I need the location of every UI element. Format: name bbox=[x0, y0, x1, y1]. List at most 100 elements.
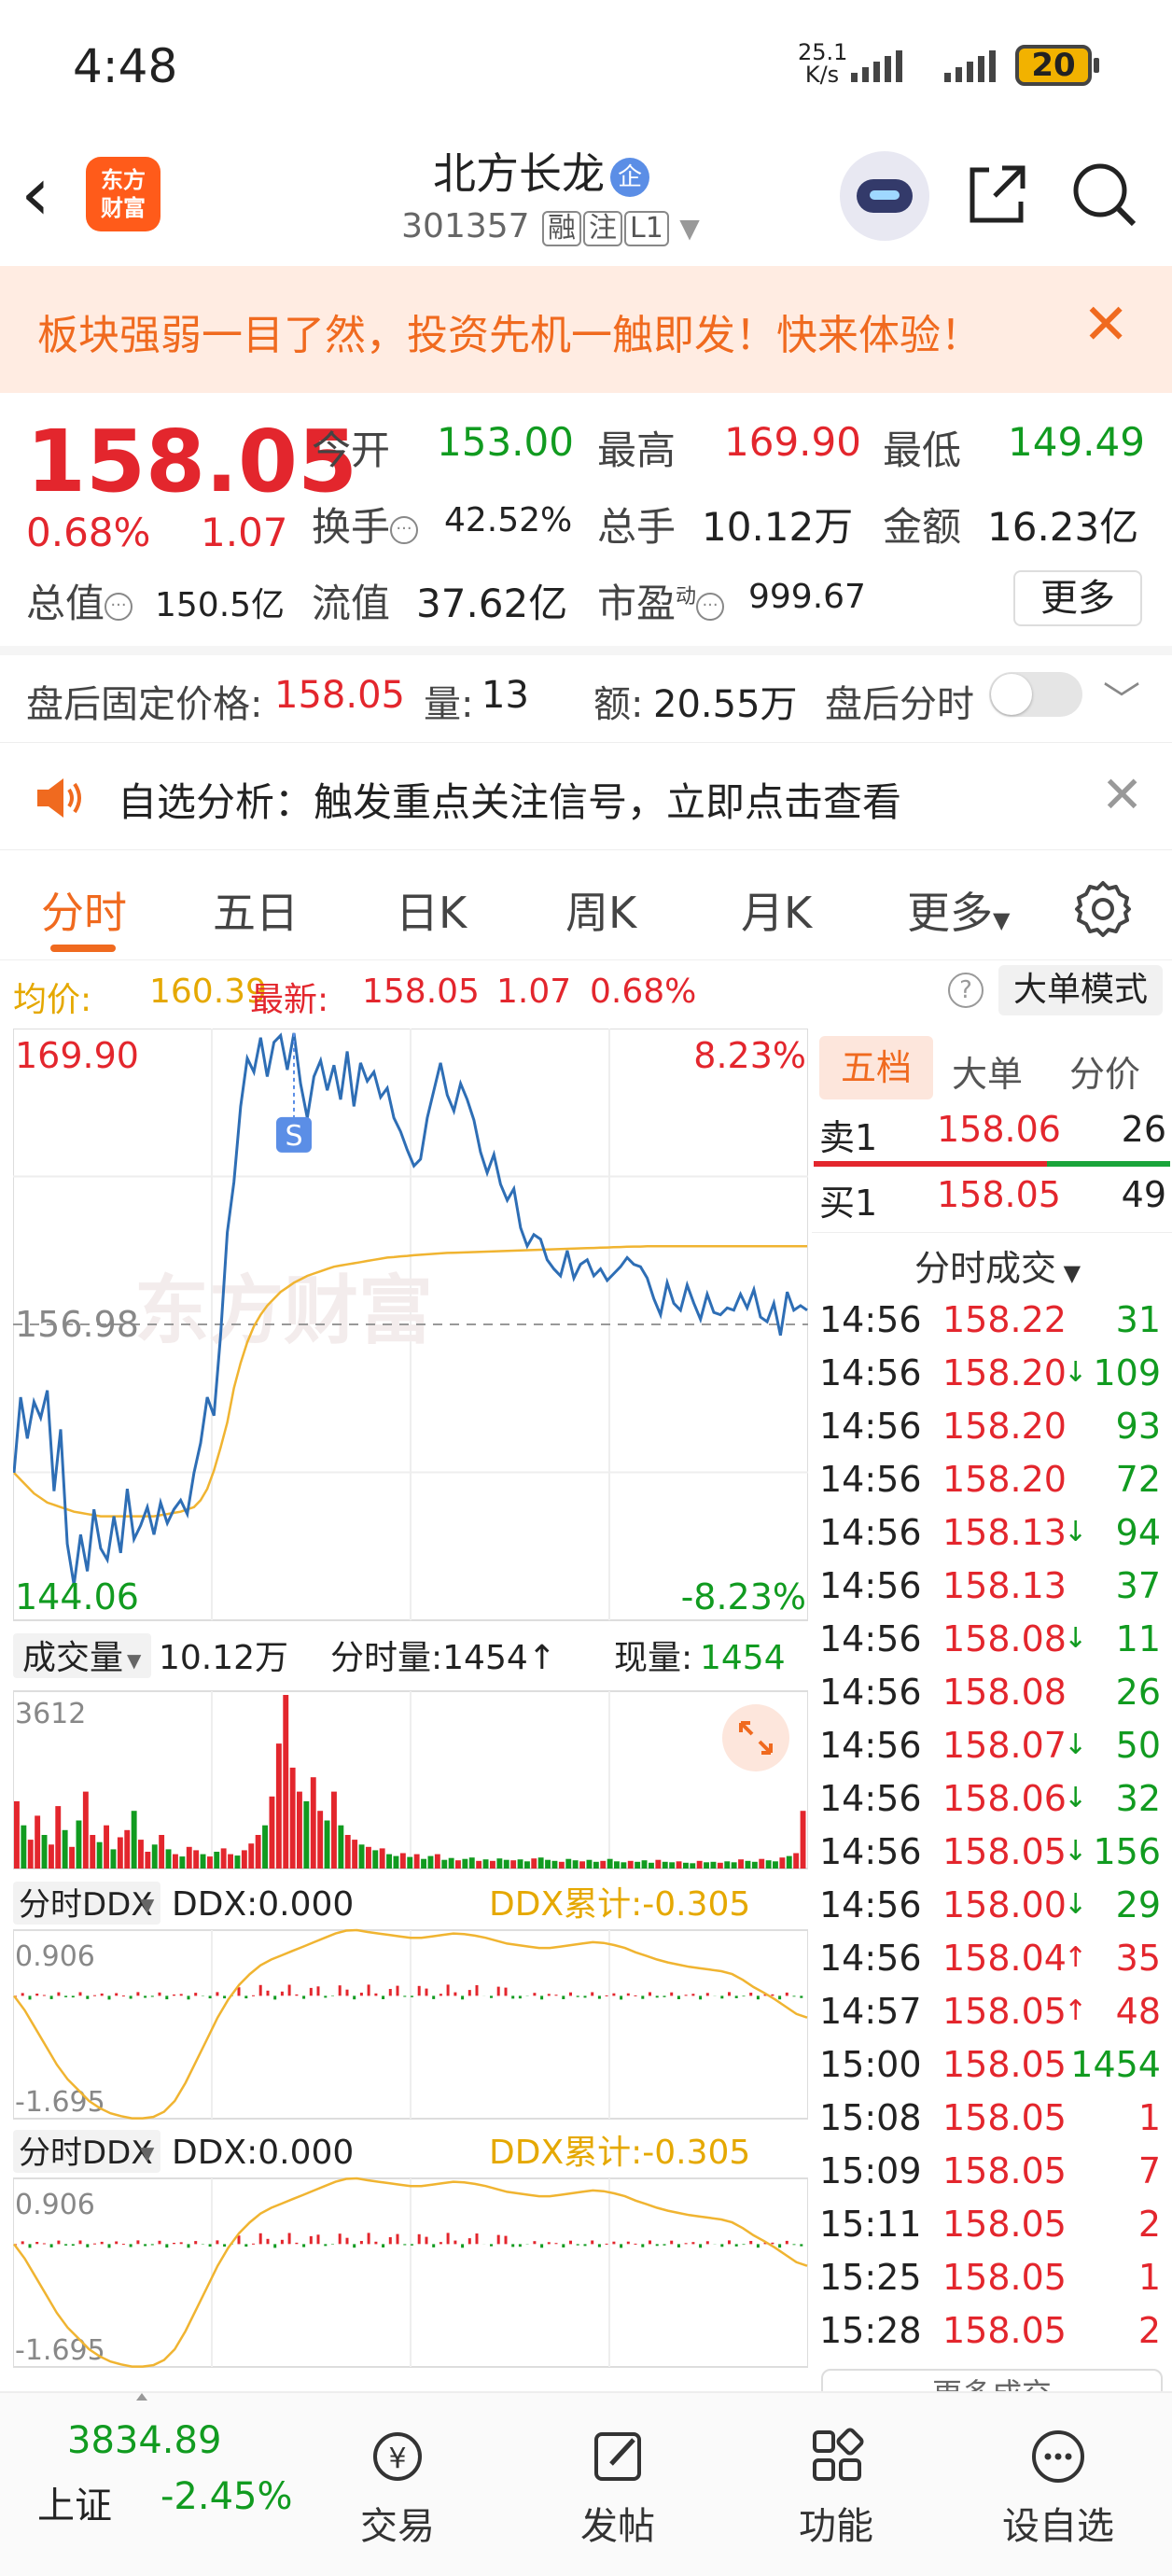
tick-volume: 35 bbox=[1115, 1938, 1161, 1979]
ddx-bar bbox=[49, 2244, 53, 2247]
big-order-mode-button[interactable]: 大单模式 bbox=[998, 965, 1163, 1015]
more-button[interactable]: 更多 bbox=[1013, 570, 1142, 626]
chevron-down-icon[interactable]: ﹀ bbox=[1103, 670, 1140, 724]
tab-five-levels[interactable]: 五档 bbox=[819, 1036, 933, 1099]
battery-icon: 20 bbox=[1015, 45, 1099, 86]
volume-bar bbox=[558, 1861, 565, 1869]
after-chart-toggle[interactable] bbox=[989, 672, 1082, 717]
info-icon[interactable]: ··· bbox=[105, 592, 133, 621]
tick-volume: 2 bbox=[1137, 2310, 1161, 2351]
nav-post[interactable]: 发帖 bbox=[524, 2427, 711, 2550]
index-change[interactable]: -2.45% bbox=[160, 2475, 293, 2518]
analysis-alert[interactable]: 自选分析：触发重点关注信号，立即点击查看 ✕ bbox=[0, 747, 1172, 847]
ticks-list[interactable]: 14:56 158.22 31 14:56 158.20 ↓ 109 14:56 158.20 9… bbox=[812, 1299, 1172, 2382]
nav-trade[interactable]: ¥ 交易 bbox=[304, 2427, 491, 2550]
ddx-bar bbox=[353, 1995, 356, 2000]
search-icon[interactable] bbox=[1068, 159, 1139, 230]
ddx-bar bbox=[655, 1995, 659, 1998]
tick-volume: 93 bbox=[1115, 1406, 1161, 1447]
tab-big-orders[interactable]: 大单 bbox=[952, 1045, 1023, 1097]
help-icon[interactable]: ? bbox=[948, 973, 984, 1008]
latest-pct: 0.68% bbox=[590, 973, 697, 1011]
close-icon[interactable]: ✕ bbox=[1101, 765, 1143, 824]
nav-add-watchlist[interactable]: 设自选 bbox=[965, 2427, 1151, 2550]
tab-monthly-k[interactable]: 月K bbox=[741, 879, 812, 941]
ddx-bar bbox=[432, 1995, 436, 1999]
tab-price-split[interactable]: 分价 bbox=[1069, 1045, 1140, 1097]
ddx-cumulative: DDX累计:-0.305 bbox=[489, 2134, 750, 2172]
volume-bar bbox=[448, 1857, 454, 1869]
tick-row: 14:56 158.20 72 bbox=[819, 1459, 1166, 1512]
settings-gear-icon[interactable] bbox=[1073, 879, 1133, 939]
ddx-bar bbox=[316, 1986, 320, 1996]
ticks-title[interactable]: 分时成交 ▼ bbox=[914, 1239, 1081, 1291]
volume-bar bbox=[537, 1857, 544, 1869]
info-icon[interactable]: ··· bbox=[696, 592, 725, 621]
ddx-bar bbox=[605, 1995, 608, 1996]
index-value[interactable]: 3834.89 bbox=[67, 2419, 221, 2462]
tick-volume: 2 bbox=[1137, 2204, 1161, 2245]
volume-label: 成交量 bbox=[22, 1639, 123, 1677]
ddx-bar bbox=[78, 2240, 82, 2245]
tick-price: 158.20 bbox=[942, 1459, 1067, 1500]
ddx-bar bbox=[338, 2233, 342, 2245]
tick-direction-icon: ↑ bbox=[1064, 1995, 1088, 2027]
level1-tag: L1 bbox=[624, 211, 669, 246]
ddx-bar bbox=[547, 2242, 551, 2245]
ddx-bar bbox=[216, 2240, 219, 2245]
tick-volume: 50 bbox=[1115, 1725, 1161, 1766]
tab-daily-k[interactable]: 日K bbox=[396, 879, 467, 941]
ddx-bar bbox=[396, 2233, 399, 2245]
ddx-bar bbox=[324, 2244, 328, 2247]
after-chart-label: 盘后分时 bbox=[825, 683, 974, 726]
ddx-bar bbox=[158, 1992, 161, 1996]
intraday-chart[interactable]: 东方财富 S 169.90 156.98 144.06 8.23% -8.23%… bbox=[13, 1029, 808, 2382]
volume-bar bbox=[283, 1695, 289, 1869]
float-cap-value: 37.62亿 bbox=[416, 581, 568, 626]
tab-intraday[interactable]: 分时 bbox=[41, 879, 127, 941]
ddx-bar bbox=[359, 1993, 363, 1996]
tab-more[interactable]: 更多▼ bbox=[907, 879, 1010, 941]
ddx-bar bbox=[620, 1995, 623, 2000]
ai-assistant-icon[interactable] bbox=[840, 151, 929, 241]
app-logo[interactable]: 东方 财富 bbox=[86, 157, 160, 231]
tick-time: 14:56 bbox=[819, 1618, 922, 1659]
nav-functions[interactable]: 功能 bbox=[743, 2427, 929, 2550]
ddx-bar bbox=[425, 2236, 428, 2245]
tick-volume: 32 bbox=[1115, 1778, 1161, 1819]
stock-code-line[interactable]: 301357 融注 L1 ▼ bbox=[355, 207, 746, 246]
ddx-bar bbox=[461, 2244, 465, 2248]
volume-bar bbox=[14, 1800, 20, 1869]
volume-bar bbox=[496, 1858, 503, 1869]
buy-bar bbox=[1047, 1161, 1170, 1167]
volume-bar bbox=[49, 1844, 54, 1869]
index-name[interactable]: 上证 bbox=[37, 2475, 112, 2529]
ddx-bar bbox=[554, 2243, 558, 2245]
ddx-bar bbox=[388, 2237, 392, 2245]
expand-button[interactable] bbox=[722, 1704, 789, 1771]
info-icon[interactable]: ··· bbox=[390, 515, 419, 544]
volume-bar bbox=[179, 1856, 186, 1869]
tab-five-day[interactable]: 五日 bbox=[213, 879, 299, 941]
ddx-bar bbox=[165, 1995, 169, 2000]
ddx-bar bbox=[237, 2235, 241, 2245]
volume-bar bbox=[358, 1844, 365, 1869]
ddx-bar bbox=[158, 2240, 161, 2245]
expand-arrow-icon[interactable] bbox=[136, 2393, 147, 2401]
open-label: 今开 bbox=[312, 427, 391, 473]
ddx-bar bbox=[490, 1995, 493, 1998]
tick-direction-icon: ↓ bbox=[1064, 1835, 1088, 1868]
volume-bar bbox=[159, 1835, 165, 1869]
tab-weekly-k[interactable]: 周K bbox=[565, 879, 636, 941]
volume-bar bbox=[455, 1860, 461, 1869]
volume-bar bbox=[565, 1858, 572, 1869]
close-icon[interactable]: ✕ bbox=[1082, 292, 1129, 357]
promo-banner[interactable]: 板块强弱一目了然，投资先机一触即发！快来体验！ ✕ bbox=[0, 266, 1172, 393]
share-icon[interactable] bbox=[961, 159, 1032, 230]
back-button[interactable]: ‹ bbox=[21, 157, 50, 231]
after-amt-value: 20.55万 bbox=[653, 683, 798, 726]
volume-bar bbox=[214, 1852, 220, 1869]
ddx-bar bbox=[785, 1992, 788, 1996]
volume-bar bbox=[117, 1837, 123, 1869]
ddx-bar bbox=[785, 2240, 788, 2245]
